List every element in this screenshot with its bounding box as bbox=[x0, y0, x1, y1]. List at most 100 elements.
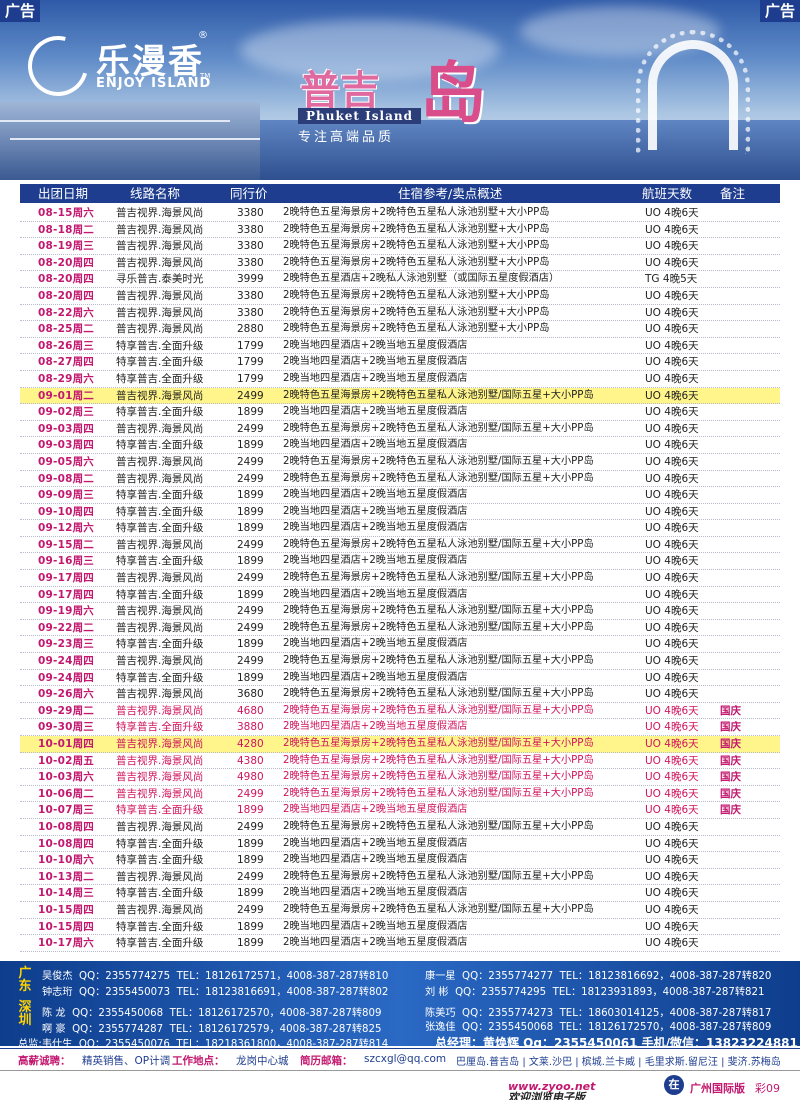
row-hotel: 2晚当地四星酒店+2晚当地五星度假酒店 bbox=[283, 937, 468, 949]
row-hotel: 2晚特色五星海景房+2晚特色五星私人泳池别墅+大小PP岛 bbox=[283, 289, 550, 301]
row-flight: UO 4晚6天 bbox=[645, 887, 699, 900]
mail-link[interactable]: szcxgl@qq.com bbox=[364, 1053, 446, 1065]
table-row: 10-15周四 特享普吉.全面升级 1899 2晚当地四星酒店+2晚当地五星度假酒店 U… bbox=[20, 919, 780, 936]
row-hotel: 2晚特色五星海景房+2晚特色五星私人泳池别墅/国际五星+大小PP岛 bbox=[283, 820, 594, 832]
row-price: 1899 bbox=[237, 555, 264, 568]
row-date: 08-20周四 bbox=[38, 273, 94, 286]
brand-trademark: TM bbox=[200, 72, 211, 80]
row-date: 10-08周四 bbox=[38, 820, 94, 833]
row-route: 特享普吉.全面升级 bbox=[116, 937, 204, 950]
region-label-guangdong: 广东 bbox=[18, 966, 32, 994]
row-date: 09-08周二 bbox=[38, 472, 94, 485]
banner-title-big: 岛 bbox=[420, 54, 486, 132]
header-route: 线路名称 bbox=[130, 186, 181, 201]
row-flight: UO 4晚6天 bbox=[645, 505, 699, 518]
row-note: 国庆 bbox=[720, 738, 741, 750]
row-date: 10-06周二 bbox=[38, 787, 94, 800]
table-row: 10-07周三 特享普吉.全面升级 1899 2晚当地四星酒店+2晚当地五星度假酒店 U… bbox=[20, 802, 780, 819]
contact-line: 吴俊杰 QQ：2355774275 TEL：18126172571，4008-3… bbox=[42, 971, 389, 982]
row-hotel: 2晚特色五星海景房+2晚特色五星私人泳池别墅/国际五星+大小PP岛 bbox=[283, 605, 594, 617]
row-hotel: 2晚当地四星酒店+2晚当地五星度假酒店 bbox=[283, 804, 468, 816]
row-date: 09-24周四 bbox=[38, 671, 94, 684]
row-hotel: 2晚特色五星海景房+2晚特色五星私人泳池别墅/国际五星+大小PP岛 bbox=[283, 754, 594, 766]
row-price: 2499 bbox=[237, 787, 264, 800]
row-price: 1899 bbox=[237, 671, 264, 684]
row-hotel: 2晚特色五星海景房+2晚特色五星私人泳池别墅+大小PP岛 bbox=[283, 207, 550, 218]
row-date: 10-03周六 bbox=[38, 771, 94, 784]
row-flight: UO 4晚6天 bbox=[645, 804, 699, 817]
row-hotel: 2晚特色五星酒店+2晚私人泳池别墅（或国际五星度假酒店） bbox=[283, 273, 560, 285]
row-flight: UO 4晚6天 bbox=[645, 655, 699, 668]
row-date: 09-23周三 bbox=[38, 638, 94, 651]
row-flight: UO 4晚6天 bbox=[645, 721, 699, 734]
row-price: 2880 bbox=[237, 323, 264, 336]
row-price: 2499 bbox=[237, 472, 264, 485]
row-date: 08-27周四 bbox=[38, 356, 94, 369]
row-hotel: 2晚特色五星海景房+2晚特色五星私人泳池别墅/国际五星+大小PP岛 bbox=[283, 655, 594, 667]
row-date: 09-02周三 bbox=[38, 406, 94, 419]
row-price: 4280 bbox=[237, 738, 264, 750]
row-route: 普吉视界.海景风尚 bbox=[116, 655, 204, 668]
table-row: 09-12周六 特享普吉.全面升级 1899 2晚当地四星酒店+2晚当地五星度假酒店 U… bbox=[20, 520, 780, 537]
row-route: 特享普吉.全面升级 bbox=[116, 854, 204, 867]
table-row: 10-03周六 普吉视界.海景风尚 4980 2晚特色五星海景房+2晚特色五星私人泳池… bbox=[20, 769, 780, 786]
row-flight: UO 4晚6天 bbox=[645, 422, 699, 435]
row-date: 09-05周六 bbox=[38, 455, 94, 468]
contact-line: 陈美巧 QQ：2355774273 TEL：18603014125，4008-3… bbox=[425, 1008, 772, 1019]
row-hotel: 2晚特色五星海景房+2晚特色五星私人泳池别墅/国际五星+大小PP岛 bbox=[283, 455, 594, 467]
row-date: 08-26周三 bbox=[38, 339, 94, 352]
row-flight: UO 4晚6天 bbox=[645, 306, 699, 319]
row-flight: UO 4晚6天 bbox=[645, 240, 699, 253]
row-flight: UO 4晚6天 bbox=[645, 688, 699, 701]
row-price: 3380 bbox=[237, 289, 264, 302]
mail-label: 简历邮箱： bbox=[300, 1055, 353, 1067]
brand-english: ENJOY ISLAND bbox=[96, 76, 212, 91]
row-price: 3380 bbox=[237, 207, 264, 219]
contact-line: 康一星 QQ：2355774277 TEL：18123816692，4008-3… bbox=[425, 971, 772, 982]
table-row: 08-20周四 寻乐普吉.泰美时光 3999 2晚特色五星酒店+2晚私人泳池别墅（或国… bbox=[20, 271, 780, 288]
row-hotel: 2晚当地四星酒店+2晚当地五星度假酒店 bbox=[283, 555, 468, 567]
row-route: 普吉视界.海景风尚 bbox=[116, 621, 204, 634]
row-route: 寻乐普吉.泰美时光 bbox=[116, 273, 204, 286]
row-route: 普吉视界.海景风尚 bbox=[116, 771, 204, 784]
row-date: 08-20周四 bbox=[38, 289, 94, 302]
row-hotel: 2晚特色五星海景房+2晚特色五星私人泳池别墅/国际五星+大小PP岛 bbox=[283, 903, 594, 915]
arch-decoration bbox=[648, 40, 738, 150]
row-date: 09-03周四 bbox=[38, 422, 94, 435]
row-date: 10-10周六 bbox=[38, 854, 94, 867]
row-flight: UO 4晚6天 bbox=[645, 406, 699, 419]
row-hotel: 2晚当地四星酒店+2晚当地五星度假酒店 bbox=[283, 588, 468, 600]
row-flight: UO 4晚6天 bbox=[645, 323, 699, 336]
pier-decoration bbox=[0, 102, 260, 180]
row-route: 普吉视界.海景风尚 bbox=[116, 306, 204, 319]
row-date: 08-15周六 bbox=[38, 207, 94, 219]
row-route: 特享普吉.全面升级 bbox=[116, 837, 204, 850]
row-route: 特享普吉.全面升级 bbox=[116, 339, 204, 352]
row-route: 特享普吉.全面升级 bbox=[116, 588, 204, 601]
row-date: 09-10周四 bbox=[38, 505, 94, 518]
table-row: 08-22周六 普吉视界.海景风尚 3380 2晚特色五星海景房+2晚特色五星私人泳池… bbox=[20, 305, 780, 322]
row-price: 3380 bbox=[237, 256, 264, 269]
row-route: 特享普吉.全面升级 bbox=[116, 887, 204, 900]
table-row: 09-03周四 普吉视界.海景风尚 2499 2晚特色五星海景房+2晚特色五星私人泳池… bbox=[20, 421, 780, 438]
row-route: 特享普吉.全面升级 bbox=[116, 671, 204, 684]
contact-line: 啊 豪 QQ：2355774287 TEL：18126172579，4008-3… bbox=[42, 1024, 382, 1035]
row-flight: UO 4晚6天 bbox=[645, 671, 699, 684]
row-route: 特享普吉.全面升级 bbox=[116, 920, 204, 933]
table-row: 10-17周六 特享普吉.全面升级 1899 2晚当地四星酒店+2晚当地五星度假酒店 U… bbox=[20, 935, 780, 952]
row-route: 特享普吉.全面升级 bbox=[116, 356, 204, 369]
row-route: 特享普吉.全面升级 bbox=[116, 439, 204, 452]
table-row: 10-01周四 普吉视界.海景风尚 4280 2晚特色五星海景房+2晚特色五星私人泳池… bbox=[20, 736, 780, 753]
row-flight: UO 4晚6天 bbox=[645, 538, 699, 551]
banner-title-english: Phuket Island bbox=[298, 108, 421, 124]
table-row: 09-05周六 普吉视界.海景风尚 2499 2晚特色五星海景房+2晚特色五星私人泳池… bbox=[20, 454, 780, 471]
table-row: 09-09周三 特享普吉.全面升级 1899 2晚当地四星酒店+2晚当地五星度假酒店 U… bbox=[20, 487, 780, 504]
row-price: 1899 bbox=[237, 638, 264, 651]
row-flight: UO 4晚6天 bbox=[645, 389, 699, 402]
row-route: 普吉视界.海景风尚 bbox=[116, 870, 204, 883]
table-row: 08-29周六 特享普吉.全面升级 1799 2晚当地四星酒店+2晚当地五星度假酒店 U… bbox=[20, 371, 780, 388]
row-hotel: 2晚当地四星酒店+2晚当地五星度假酒店 bbox=[283, 920, 468, 932]
table-row: 08-15周六 普吉视界.海景风尚 3380 2晚特色五星海景房+2晚特色五星私人泳池… bbox=[20, 205, 780, 222]
row-date: 09-16周三 bbox=[38, 555, 94, 568]
row-date: 10-15周四 bbox=[38, 920, 94, 933]
